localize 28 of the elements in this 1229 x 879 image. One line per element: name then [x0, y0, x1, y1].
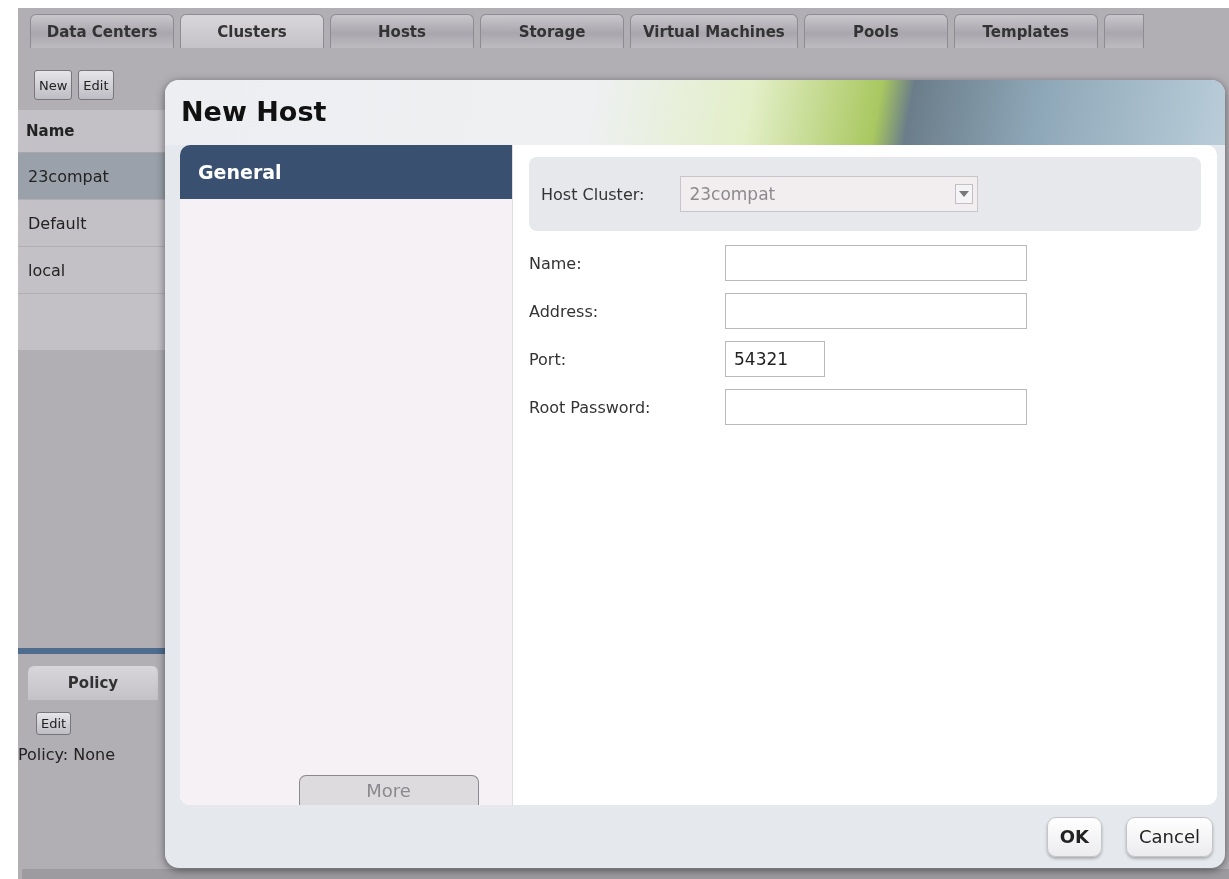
- table-row[interactable]: 23compat: [18, 153, 168, 200]
- field-label: Name:: [529, 253, 583, 273]
- toolbar-button[interactable]: Edit: [78, 70, 114, 100]
- edit-button[interactable]: Edit: [36, 712, 72, 735]
- policy-tab[interactable]: Policy: [28, 666, 158, 700]
- tab[interactable]: Data Centers: [30, 14, 174, 48]
- caret-icon: [959, 191, 970, 197]
- tab[interactable]: Pools: [803, 14, 948, 48]
- input-field[interactable]: [725, 293, 1027, 329]
- tab[interactable]: Virtual Machines: [630, 14, 798, 48]
- tab[interactable]: [1103, 14, 1144, 48]
- input-field[interactable]: [725, 245, 1027, 281]
- toolbar-button[interactable]: New: [34, 70, 73, 100]
- field-label: Host Cluster:: [541, 184, 645, 204]
- input-field[interactable]: 54321: [725, 341, 825, 377]
- dialog-title: New Host: [181, 96, 327, 127]
- policy-status: Policy: None: [18, 745, 117, 764]
- field-label: Port:: [529, 349, 568, 369]
- field-label: Address:: [529, 301, 600, 321]
- cancel-button[interactable]: Cancel: [1126, 816, 1213, 857]
- field-label: Root Password:: [529, 397, 652, 417]
- tab[interactable]: Storage: [480, 14, 624, 48]
- tab[interactable]: Templates: [953, 14, 1098, 48]
- ok-button[interactable]: OK: [1046, 816, 1102, 857]
- input-field[interactable]: [725, 389, 1027, 425]
- tab[interactable]: Hosts: [330, 14, 474, 48]
- tab[interactable]: Clusters: [180, 14, 324, 48]
- nav-item[interactable]: General: [180, 145, 512, 199]
